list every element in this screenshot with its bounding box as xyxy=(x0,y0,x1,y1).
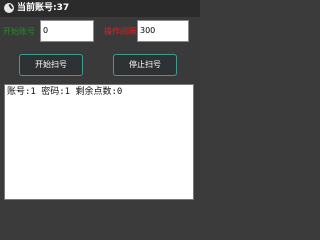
window-title: 当前账号:37 xyxy=(17,3,70,13)
log-line: 账号:1 密码:1 剩余点数:0 xyxy=(7,87,123,97)
app-window: 当前账号:37 开始账号 0 操作间隔 300 开始扫号 停止扫号 账号:1 密… xyxy=(0,0,200,200)
start-scan-button[interactable]: 开始扫号 xyxy=(19,54,83,76)
stop-scan-button[interactable]: 停止扫号 xyxy=(113,54,177,76)
start-account-input[interactable]: 0 xyxy=(40,20,94,42)
title-bar: 当前账号:37 xyxy=(0,0,200,17)
start-account-label: 开始账号 xyxy=(3,27,35,36)
app-logo-icon xyxy=(4,3,14,13)
interval-label: 操作间隔 xyxy=(104,27,136,36)
log-output-textarea[interactable]: 账号:1 密码:1 剩余点数:0 xyxy=(4,84,194,200)
interval-input[interactable]: 300 xyxy=(137,20,189,42)
